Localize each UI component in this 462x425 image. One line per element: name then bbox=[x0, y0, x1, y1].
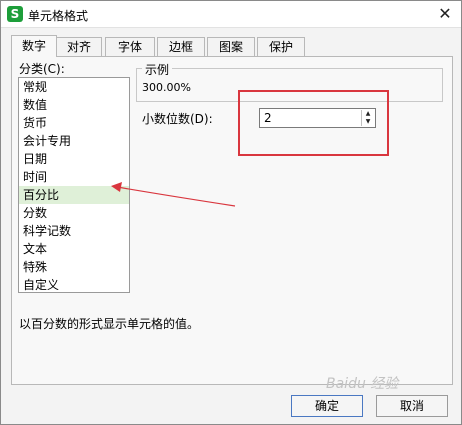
category-item-percentage[interactable]: 百分比 bbox=[19, 186, 129, 204]
tab-number[interactable]: 数字 bbox=[11, 35, 57, 57]
close-button[interactable]: ✕ bbox=[435, 4, 455, 24]
ok-button[interactable]: 确定 bbox=[291, 395, 363, 417]
category-label: 分类(C): bbox=[19, 62, 65, 76]
decimal-places-label: 小数位数(D): bbox=[142, 112, 213, 126]
category-item-fraction[interactable]: 分数 bbox=[19, 204, 129, 222]
tab-font[interactable]: 字体 bbox=[105, 37, 155, 56]
category-item-custom[interactable]: 自定义 bbox=[19, 276, 129, 294]
category-item-special[interactable]: 特殊 bbox=[19, 258, 129, 276]
tab-border[interactable]: 边框 bbox=[157, 37, 205, 56]
tab-pattern[interactable]: 图案 bbox=[207, 37, 255, 56]
annotation-highlight-box bbox=[238, 90, 389, 156]
wps-logo-icon: S bbox=[7, 6, 23, 22]
sample-value: 300.00% bbox=[142, 81, 191, 94]
category-item-scientific[interactable]: 科学记数 bbox=[19, 222, 129, 240]
category-item-general[interactable]: 常规 bbox=[19, 78, 129, 96]
dialog-title: 单元格格式 bbox=[28, 9, 89, 23]
category-item-number[interactable]: 数值 bbox=[19, 96, 129, 114]
category-item-date[interactable]: 日期 bbox=[19, 150, 129, 168]
format-description: 以百分数的形式显示单元格的值。 bbox=[19, 317, 200, 331]
cancel-button[interactable]: 取消 bbox=[376, 395, 448, 417]
format-cells-dialog: S 单元格格式 ✕ 数字 对齐 字体 边框 图案 保护 分类(C): 常规 数值… bbox=[0, 0, 462, 425]
sample-label: 示例 bbox=[142, 61, 173, 78]
category-item-currency[interactable]: 货币 bbox=[19, 114, 129, 132]
category-item-accounting[interactable]: 会计专用 bbox=[19, 132, 129, 150]
title-bar: S 单元格格式 ✕ bbox=[1, 1, 461, 28]
category-list[interactable]: 常规 数值 货币 会计专用 日期 时间 百分比 分数 科学记数 文本 特殊 自定… bbox=[18, 77, 130, 293]
category-item-text[interactable]: 文本 bbox=[19, 240, 129, 258]
baidu-watermark: Baidu 经验 bbox=[326, 376, 399, 392]
category-item-time[interactable]: 时间 bbox=[19, 168, 129, 186]
tab-protection[interactable]: 保护 bbox=[257, 37, 305, 56]
tab-alignment[interactable]: 对齐 bbox=[56, 37, 102, 56]
